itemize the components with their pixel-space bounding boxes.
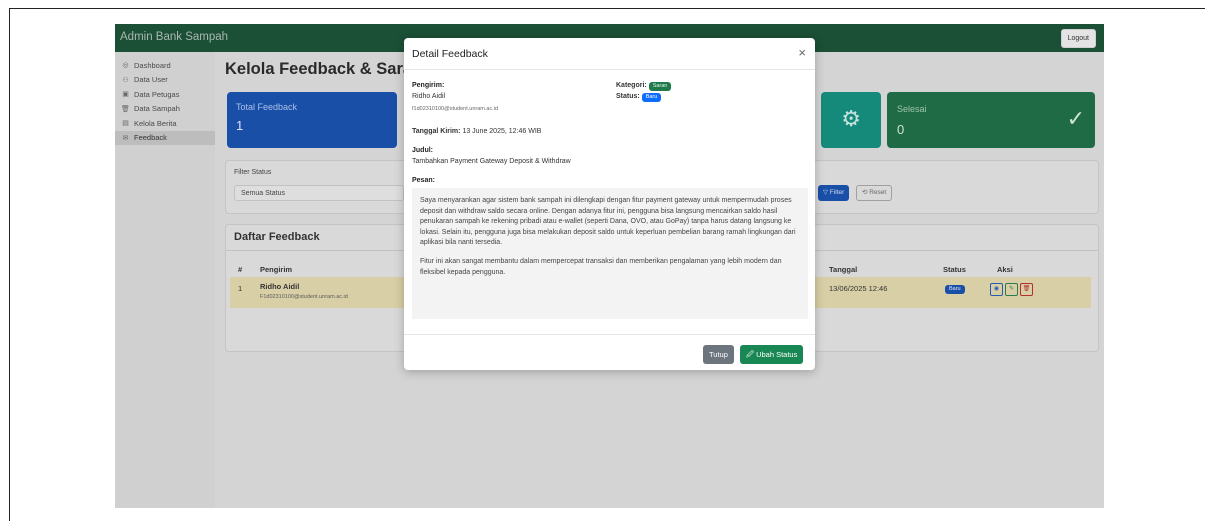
sender-name: Ridho Aidil (260, 282, 300, 291)
tanggal-label: Tanggal Kirim: (412, 128, 461, 135)
check-circle-icon: ✓ (1066, 106, 1085, 131)
page-title: Kelola Feedback & Saran (225, 60, 423, 78)
news-icon: ▤ (122, 120, 129, 128)
sidebar-item-label: Dashboard (134, 60, 171, 70)
view-icon[interactable]: ◉ (990, 283, 1003, 296)
change-status-button[interactable]: 🖉 Ubah Status (740, 345, 804, 364)
row-number: 1 (238, 284, 243, 293)
pengirim-label: Pengirim: (412, 82, 445, 89)
column-header-tanggal: Tanggal (829, 265, 858, 274)
kategori-row: Kategori: Saran (616, 82, 672, 91)
sidebar-item-data-petugas[interactable]: ▣ Data Petugas (115, 87, 215, 102)
message-paragraph: Saya menyarankan agar sistem bank sampah… (420, 197, 796, 247)
card-label: Selesai (897, 104, 927, 114)
modal-footer-divider (404, 334, 815, 335)
status-badge: Baru (945, 285, 965, 294)
feedback-detail-modal: Detail Feedback × Pengirim: Ridho Aidil … (404, 38, 815, 370)
pengirim-name: Ridho Aidil (412, 93, 446, 100)
filter-label: Filter Status (234, 169, 272, 176)
users-icon: ⚇ (122, 76, 129, 84)
process-card: ⚙ (821, 92, 881, 148)
sidebar-item-feedback[interactable]: ✉ Feedback (115, 130, 215, 145)
feedback-icon: ✉ (122, 134, 129, 142)
status-label: Status: (616, 93, 640, 100)
officer-icon: ▣ (122, 91, 129, 99)
card-value: 0 (897, 122, 905, 137)
tanggal-value: 13 June 2025, 12:46 WIB (462, 128, 542, 135)
column-header-status: Status (943, 265, 966, 274)
delete-icon[interactable]: 🗑 (1020, 283, 1033, 296)
status-row: Status: Baru (616, 93, 662, 102)
modal-header: Detail Feedback × (404, 38, 815, 70)
message-paragraph: Fitur ini akan sangat membantu dalam mem… (420, 257, 782, 276)
dashboard-icon: ◎ (122, 62, 129, 70)
sidebar-item-kelola-berita[interactable]: ▤ Kelola Berita (115, 116, 215, 131)
sidebar-item-dashboard[interactable]: ◎ Dashboard (115, 58, 215, 73)
list-title: Daftar Feedback (234, 231, 320, 243)
sidebar-item-label: Kelola Berita (134, 118, 177, 128)
status-badge: Baru (641, 93, 662, 102)
row-actions: ◉ ✎ 🗑 (990, 283, 1033, 296)
tanggal-row: Tanggal Kirim: 13 June 2025, 12:46 WIB (412, 128, 541, 135)
total-feedback-card: Total Feedback 1 (227, 92, 397, 148)
message-box: Saya menyarankan agar sistem bank sampah… (412, 188, 808, 319)
column-header-aksi: Aksi (997, 265, 1013, 274)
sidebar-item-label: Feedback (134, 133, 167, 143)
modal-title: Detail Feedback (412, 48, 488, 60)
kategori-label: Kategori: (616, 82, 647, 89)
card-label: Total Feedback (236, 102, 298, 112)
gear-icon: ⚙ (841, 106, 861, 131)
sidebar-item-data-sampah[interactable]: 🗑 Data Sampah (115, 102, 215, 117)
close-button[interactable]: Tutup (703, 345, 734, 364)
brand-title: Admin Bank Sampah (120, 31, 229, 43)
status-select[interactable]: Semua Status (234, 185, 404, 201)
kategori-badge: Saran (648, 82, 672, 91)
sidebar-item-label: Data Sampah (134, 104, 180, 114)
status-badge-cell: Baru (945, 283, 965, 294)
sidebar-item-label: Data User (134, 75, 168, 85)
judul-value: Tambahkan Payment Gateway Deposit & With… (412, 158, 571, 165)
row-date: 13/06/2025 12:46 (829, 284, 888, 293)
sender-email: F1d02310100@student.unram.ac.id (260, 294, 348, 300)
close-icon[interactable]: × (798, 45, 806, 60)
selesai-card: Selesai 0 ✓ (887, 92, 1095, 148)
sidebar: ◎ Dashboard ⚇ Data User ▣ Data Petugas 🗑 Dat… (115, 52, 215, 508)
reset-button[interactable]: ⟲ Reset (856, 185, 893, 201)
column-header-pengirim: Pengirim (260, 265, 293, 274)
column-header-no: # (238, 265, 243, 274)
card-value: 1 (236, 118, 244, 133)
filter-button[interactable]: ▽ Filter (818, 185, 850, 201)
logout-button[interactable]: Logout (1060, 29, 1096, 48)
sidebar-item-data-user[interactable]: ⚇ Data User (115, 73, 215, 88)
pengirim-email: f1d02310100@student.unram.ac.id (412, 106, 499, 112)
judul-label: Judul: (412, 147, 433, 154)
sidebar-item-label: Data Petugas (134, 89, 180, 99)
edit-icon[interactable]: ✎ (1005, 283, 1018, 296)
trash-icon: 🗑 (121, 105, 130, 113)
pesan-label: Pesan: (412, 177, 435, 184)
